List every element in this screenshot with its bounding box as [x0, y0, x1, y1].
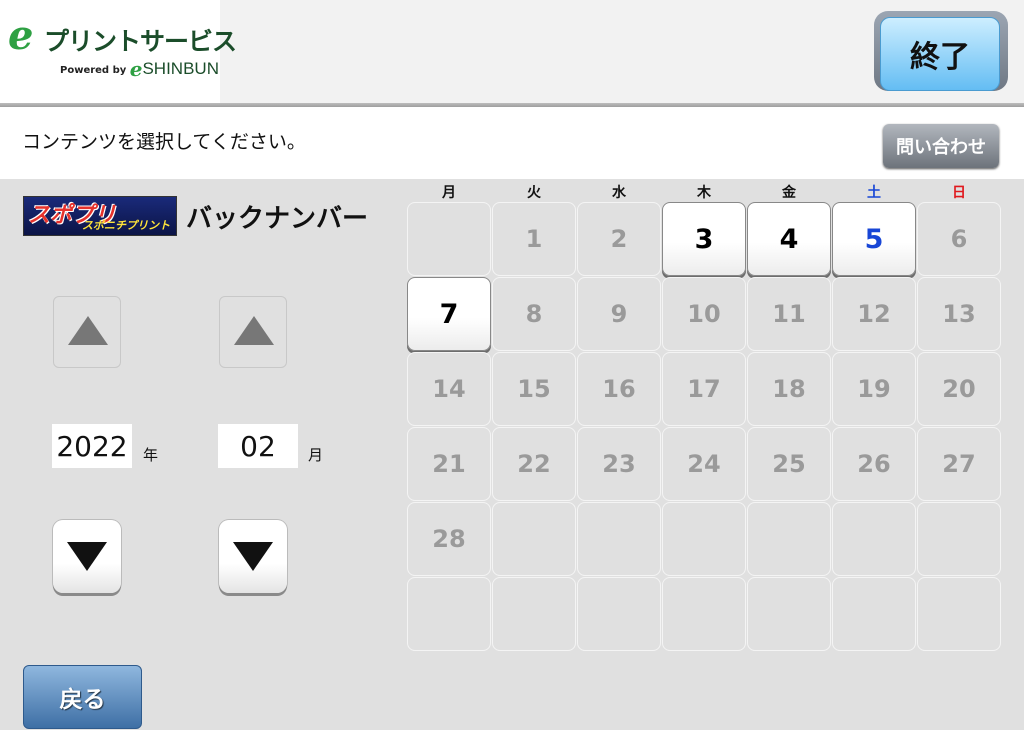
calendar-day-2: 2: [577, 202, 661, 276]
triangle-down-icon: [67, 542, 107, 571]
calendar-day-23: 23: [577, 427, 661, 501]
calendar-empty-cell: [577, 502, 661, 576]
logo-powered-text: Powered by: [60, 65, 127, 76]
logo-main-text: プリントサービス: [44, 27, 237, 56]
calendar-day-25: 25: [747, 427, 831, 501]
calendar-day-12: 12: [832, 277, 916, 351]
calendar-day-27: 27: [917, 427, 1001, 501]
calendar-day-11: 11: [747, 277, 831, 351]
calendar-day-7[interactable]: 7: [407, 277, 491, 351]
month-unit-label: 月: [308, 446, 324, 464]
triangle-up-icon: [234, 316, 274, 345]
calendar-day-13: 13: [917, 277, 1001, 351]
brand-logo-sub: スポニチプリント: [82, 219, 170, 232]
calendar-day-14: 14: [407, 352, 491, 426]
triangle-down-icon: [233, 542, 273, 571]
calendar-empty-cell: [662, 577, 746, 651]
calendar-day-10: 10: [662, 277, 746, 351]
calendar-day-4[interactable]: 4: [747, 202, 831, 276]
calendar-day-16: 16: [577, 352, 661, 426]
sponichi-print-logo: スポプリ スポニチプリント: [23, 196, 177, 236]
calendar-day-5[interactable]: 5: [832, 202, 916, 276]
year-up-button[interactable]: [53, 296, 121, 368]
calendar-empty-cell: [917, 502, 1001, 576]
calendar-day-9: 9: [577, 277, 661, 351]
page-title: バックナンバー: [186, 204, 369, 234]
calendar-empty-cell: [832, 577, 916, 651]
calendar-empty-cell: [407, 202, 491, 276]
weekday-thu: 木: [697, 185, 711, 201]
weekday-fri: 金: [782, 185, 796, 201]
month-up-button[interactable]: [219, 296, 287, 368]
calendar-empty-cell: [832, 502, 916, 576]
shinbun-e-icon: e: [129, 57, 143, 81]
year-unit-label: 年: [143, 446, 159, 464]
month-down-button[interactable]: [219, 520, 287, 593]
year-value: 2022: [52, 424, 132, 468]
eprint-e-icon: e: [8, 12, 34, 59]
end-button[interactable]: 終了: [874, 11, 1008, 91]
triangle-up-icon: [68, 316, 108, 345]
calendar-day-8: 8: [492, 277, 576, 351]
calendar-day-3[interactable]: 3: [662, 202, 746, 276]
year-down-button[interactable]: [53, 520, 121, 593]
calendar-empty-cell: [747, 577, 831, 651]
calendar-day-17: 17: [662, 352, 746, 426]
instruction-bar: コンテンツを選択してください。 問い合わせ: [0, 107, 1024, 179]
back-button[interactable]: 戻る: [23, 665, 142, 729]
month-value: 02: [218, 424, 298, 468]
calendar-day-6: 6: [917, 202, 1001, 276]
logo-sub-text: Powered by eSHINBUN: [60, 59, 219, 79]
calendar-day-15: 15: [492, 352, 576, 426]
eprint-logo: e プリントサービス Powered by eSHINBUN: [0, 0, 237, 103]
inquiry-button[interactable]: 問い合わせ: [883, 124, 999, 168]
weekday-mon: 月: [442, 185, 456, 201]
calendar-empty-cell: [747, 502, 831, 576]
calendar-day-20: 20: [917, 352, 1001, 426]
calendar-day-18: 18: [747, 352, 831, 426]
calendar-day-21: 21: [407, 427, 491, 501]
calendar-day-1: 1: [492, 202, 576, 276]
instruction-text: コンテンツを選択してください。: [22, 131, 306, 153]
calendar-day-22: 22: [492, 427, 576, 501]
calendar-day-19: 19: [832, 352, 916, 426]
logo-shinbun-text: SHINBUN: [142, 59, 219, 78]
weekday-sun: 日: [952, 185, 966, 201]
calendar-day-24: 24: [662, 427, 746, 501]
weekday-sat: 土: [867, 185, 881, 201]
calendar-empty-cell: [662, 502, 746, 576]
calendar-empty-cell: [407, 577, 491, 651]
calendar-empty-cell: [492, 502, 576, 576]
calendar-empty-cell: [917, 577, 1001, 651]
end-button-label[interactable]: 終了: [880, 17, 1000, 91]
weekday-wed: 水: [612, 185, 626, 201]
calendar-day-26: 26: [832, 427, 916, 501]
calendar-day-28: 28: [407, 502, 491, 576]
weekday-tue: 火: [527, 185, 541, 201]
calendar-empty-cell: [492, 577, 576, 651]
header-bar: e プリントサービス Powered by eSHINBUN 終了: [0, 0, 1024, 103]
calendar-empty-cell: [577, 577, 661, 651]
